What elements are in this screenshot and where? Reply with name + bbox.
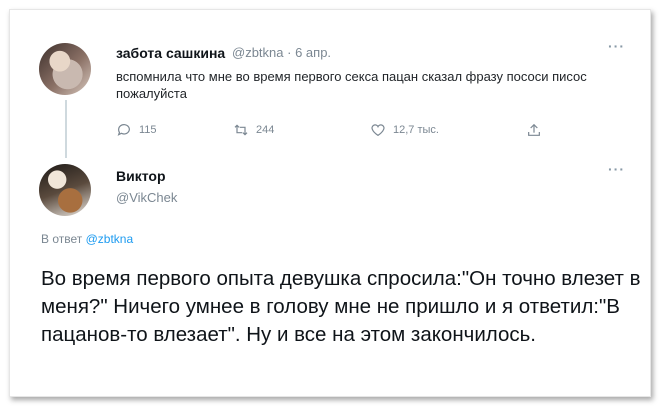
author-name[interactable]: забота сашкина (116, 45, 225, 61)
share-button[interactable] (526, 122, 542, 138)
retweet-icon (234, 124, 248, 136)
avatar[interactable] (39, 43, 91, 95)
thread-line (65, 100, 67, 158)
tweet-screenshot-frame: забота сашкина @zbtkna · 6 апр. ··· вспо… (9, 9, 651, 397)
author-handle[interactable]: @zbtkna · 6 апр. (232, 45, 331, 60)
share-icon (528, 123, 540, 136)
tweet-text: Во время первого опыта девушка спросила:… (41, 267, 641, 346)
tweet-text: вспомнила что мне во время первого секса… (116, 69, 587, 101)
reply-prefix: В ответ (41, 232, 83, 246)
retweet-button[interactable]: 244 (233, 122, 274, 138)
reply-mention-link[interactable]: @zbtkna (86, 232, 134, 246)
more-icon[interactable]: ··· (608, 161, 625, 177)
reply-button[interactable]: 115 (116, 122, 157, 138)
author-name[interactable]: Виктор (116, 168, 166, 184)
avatar[interactable] (39, 164, 91, 216)
tweet-date[interactable]: 6 апр. (295, 45, 331, 60)
author-handle[interactable]: @VikChek (116, 190, 177, 205)
reply-icon (117, 124, 130, 136)
separator-dot: · (287, 45, 292, 60)
retweet-count: 244 (256, 124, 275, 136)
like-count: 12,7 тыс. (393, 124, 439, 136)
reply-context: В ответ @zbtkna (41, 232, 133, 246)
tweet-actions: 115 244 12,7 тыс. (116, 122, 546, 142)
reply-count: 115 (139, 124, 157, 136)
like-button[interactable]: 12,7 тыс. (370, 122, 439, 138)
handle-text: @zbtkna (232, 45, 284, 60)
like-icon (371, 124, 385, 137)
more-icon[interactable]: ··· (608, 38, 625, 54)
